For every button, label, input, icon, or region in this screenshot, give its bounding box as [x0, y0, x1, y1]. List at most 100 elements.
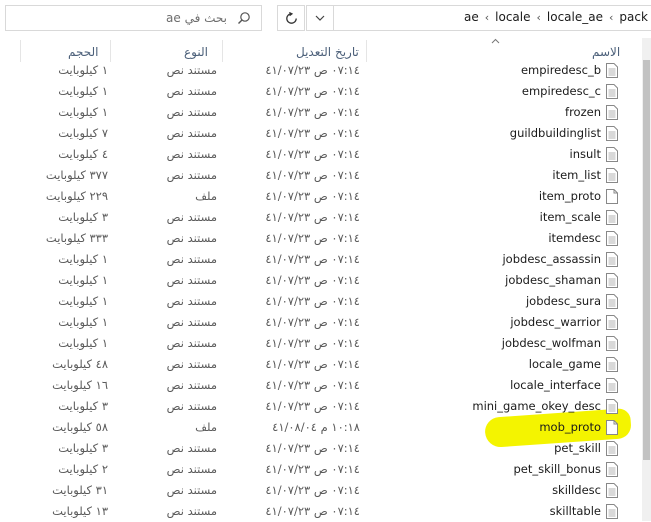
refresh-button[interactable]: [277, 5, 305, 31]
refresh-icon: [286, 12, 297, 24]
file-name: skilltable: [549, 504, 601, 518]
file-row[interactable]: ٢ كيلوبايت مستند نص ٠٧:١٤ ص ٤١/٠٧/٢٣ pet…: [0, 459, 640, 480]
file-name: guildbuildinglist: [509, 126, 601, 140]
search-input[interactable]: بحث في ae: [166, 11, 227, 25]
file-name: item_proto: [538, 189, 601, 203]
file-date: ٠٧:١٤ ص ٤١/٠٧/٢٣: [265, 147, 360, 161]
file-size: ٣ كيلوبايت: [58, 441, 108, 455]
file-row[interactable]: ٣ كيلوبايت مستند نص ٠٧:١٤ ص ٤١/٠٧/٢٣ min…: [0, 396, 640, 417]
file-date: ٠٧:١٤ ص ٤١/٠٧/٢٣: [265, 84, 360, 98]
file-row[interactable]: ٥٨ كيلوبايت ملف ١٠:١٨ م ٤١/٠٨/٠٤ mob_pro…: [0, 417, 640, 438]
column-type[interactable]: النوع: [184, 45, 208, 59]
file-row[interactable]: ١ كيلوبايت مستند نص ٠٧:١٤ ص ٤١/٠٧/٢٣ job…: [0, 249, 640, 270]
file-row[interactable]: ٣٧٧ كيلوبايت مستند نص ٠٧:١٤ ص ٤١/٠٧/٢٣ i…: [0, 165, 640, 186]
file-row[interactable]: ١ كيلوبايت مستند نص ٠٧:١٤ ص ٤١/٠٧/٢٣ emp…: [0, 81, 640, 102]
file-date: ٠٧:١٤ ص ٤١/٠٧/٢٣: [265, 336, 360, 350]
address-dropdown-button[interactable]: [307, 6, 334, 30]
text-file-icon: [606, 168, 618, 183]
file-row[interactable]: ٣٣٣ كيلوبايت مستند نص ٠٧:١٤ ص ٤١/٠٧/٢٣ i…: [0, 228, 640, 249]
file-row[interactable]: ١٣ كيلوبايت مستند نص ٠٧:١٤ ص ٤١/٠٧/٢٣ sk…: [0, 501, 640, 522]
breadcrumb-locale-ae[interactable]: locale_ae: [547, 10, 603, 24]
file-row[interactable]: ١ كيلوبايت مستند نص ٠٧:١٤ ص ٤١/٠٧/٢٣ job…: [0, 291, 640, 312]
column-divider[interactable]: [110, 40, 111, 62]
file-size: ١ كيلوبايت: [58, 273, 108, 287]
file-size: ١ كيلوبايت: [58, 315, 108, 329]
file-type: مستند نص: [166, 252, 217, 266]
file-row[interactable]: ١ كيلوبايت مستند نص ٠٧:١٤ ص ٤١/٠٧/٢٣ job…: [0, 312, 640, 333]
file-size: ١ كيلوبايت: [58, 63, 108, 77]
file-row[interactable]: ١ كيلوبايت مستند نص ٠٧:١٤ ص ٤١/٠٧/٢٣ emp…: [0, 60, 640, 81]
file-name: jobdesc_sura: [525, 294, 601, 308]
file-size: ٥٨ كيلوبايت: [52, 420, 108, 434]
text-file-icon: [606, 357, 618, 372]
text-file-icon: [606, 462, 618, 477]
text-file-icon: [606, 315, 618, 330]
file-type: مستند نص: [166, 441, 217, 455]
toolbar: بحث في ae ae ‹ locale ‹ locale_ae ‹ pack: [0, 0, 651, 38]
file-type: مستند نص: [166, 294, 217, 308]
column-divider[interactable]: [222, 40, 223, 62]
file-name: insult: [569, 147, 601, 161]
text-file-icon: [606, 84, 618, 99]
column-size[interactable]: الحجم: [68, 45, 98, 59]
file-name: empiredesc_c: [521, 84, 601, 98]
file-date: ٠٧:١٤ ص ٤١/٠٧/٢٣: [265, 315, 360, 329]
file-type: مستند نص: [166, 273, 217, 287]
file-name: jobdesc_warrior: [510, 315, 601, 329]
file-name: itemdesc: [548, 231, 601, 245]
text-file-icon: [606, 147, 618, 162]
file-size: ١٦ كيلوبايت: [52, 378, 108, 392]
file-row[interactable]: ٢٢٩ كيلوبايت ملف ٠٧:١٤ ص ٤١/٠٧/٢٣ item_p…: [0, 186, 640, 207]
column-divider[interactable]: [366, 40, 367, 62]
file-type: مستند نص: [166, 168, 217, 182]
file-type: مستند نص: [166, 210, 217, 224]
file-row[interactable]: ١ كيلوبايت مستند نص ٠٧:١٤ ص ٤١/٠٧/٢٣ fro…: [0, 102, 640, 123]
file-name: skilldesc: [552, 483, 601, 497]
file-row[interactable]: ٣ كيلوبايت مستند نص ٠٧:١٤ ص ٤١/٠٧/٢٣ pet…: [0, 438, 640, 459]
file-type: مستند نص: [166, 483, 217, 497]
column-divider[interactable]: [20, 40, 21, 62]
breadcrumb-pack[interactable]: pack: [619, 10, 648, 24]
file-size: ٣ كيلوبايت: [58, 399, 108, 413]
file-type: ملف: [195, 420, 217, 434]
file-type: مستند نص: [166, 126, 217, 140]
breadcrumb-ae[interactable]: ae: [464, 10, 479, 24]
file-size: ١ كيلوبايت: [58, 252, 108, 266]
column-date-modified[interactable]: تاريخ التعديل: [296, 45, 359, 59]
file-size: ٣٧٧ كيلوبايت: [45, 168, 108, 182]
file-row[interactable]: ٤ كيلوبايت مستند نص ٠٧:١٤ ص ٤١/٠٧/٢٣ ins…: [0, 144, 640, 165]
file-type: مستند نص: [166, 63, 217, 77]
address-bar[interactable]: ae ‹ locale ‹ locale_ae ‹ pack: [306, 5, 651, 31]
file-date: ١٠:١٨ م ٤١/٠٨/٠٤: [272, 420, 360, 434]
file-name: pet_skill: [554, 441, 601, 455]
chevron-down-icon: [315, 15, 325, 21]
file-row[interactable]: ٣١ كيلوبايت مستند نص ٠٧:١٤ ص ٤١/٠٧/٢٣ sk…: [0, 480, 640, 501]
file-name: jobdesc_assassin: [502, 252, 601, 266]
file-name: jobdesc_shaman: [505, 273, 601, 287]
file-row[interactable]: ٣ كيلوبايت مستند نص ٠٧:١٤ ص ٤١/٠٧/٢٣ ite…: [0, 207, 640, 228]
text-file-icon: [606, 231, 618, 246]
file-type: مستند نص: [166, 399, 217, 413]
text-file-icon: [606, 483, 618, 498]
file-type: مستند نص: [166, 84, 217, 98]
file-row[interactable]: ١٦ كيلوبايت مستند نص ٠٧:١٤ ص ٤١/٠٧/٢٣ lo…: [0, 375, 640, 396]
scrollbar-thumb[interactable]: [643, 60, 650, 460]
search-box[interactable]: بحث في ae: [5, 5, 262, 31]
file-date: ٠٧:١٤ ص ٤١/٠٧/٢٣: [265, 252, 360, 266]
file-size: ١ كيلوبايت: [58, 84, 108, 98]
file-size: ٤ كيلوبايت: [58, 147, 108, 161]
file-row[interactable]: ٧ كيلوبايت مستند نص ٠٧:١٤ ص ٤١/٠٧/٢٣ gui…: [0, 123, 640, 144]
file-row[interactable]: ٤٨ كيلوبايت مستند نص ٠٧:١٤ ص ٤١/٠٧/٢٣ lo…: [0, 354, 640, 375]
file-name: pet_skill_bonus: [513, 462, 601, 476]
file-date: ٠٧:١٤ ص ٤١/٠٧/٢٣: [265, 273, 360, 287]
file-date: ٠٧:١٤ ص ٤١/٠٧/٢٣: [265, 483, 360, 497]
file-row[interactable]: ١ كيلوبايت مستند نص ٠٧:١٤ ص ٤١/٠٧/٢٣ job…: [0, 333, 640, 354]
column-name[interactable]: الاسم: [592, 45, 620, 59]
file-date: ٠٧:١٤ ص ٤١/٠٧/٢٣: [265, 126, 360, 140]
file-row[interactable]: ١ كيلوبايت مستند نص ٠٧:١٤ ص ٤١/٠٧/٢٣ job…: [0, 270, 640, 291]
file-name: mini_game_okey_desc: [472, 399, 601, 413]
file-name: locale_game: [528, 357, 601, 371]
file-type: مستند نص: [166, 105, 217, 119]
file-type: ملف: [195, 189, 217, 203]
breadcrumb-locale[interactable]: locale: [495, 10, 530, 24]
